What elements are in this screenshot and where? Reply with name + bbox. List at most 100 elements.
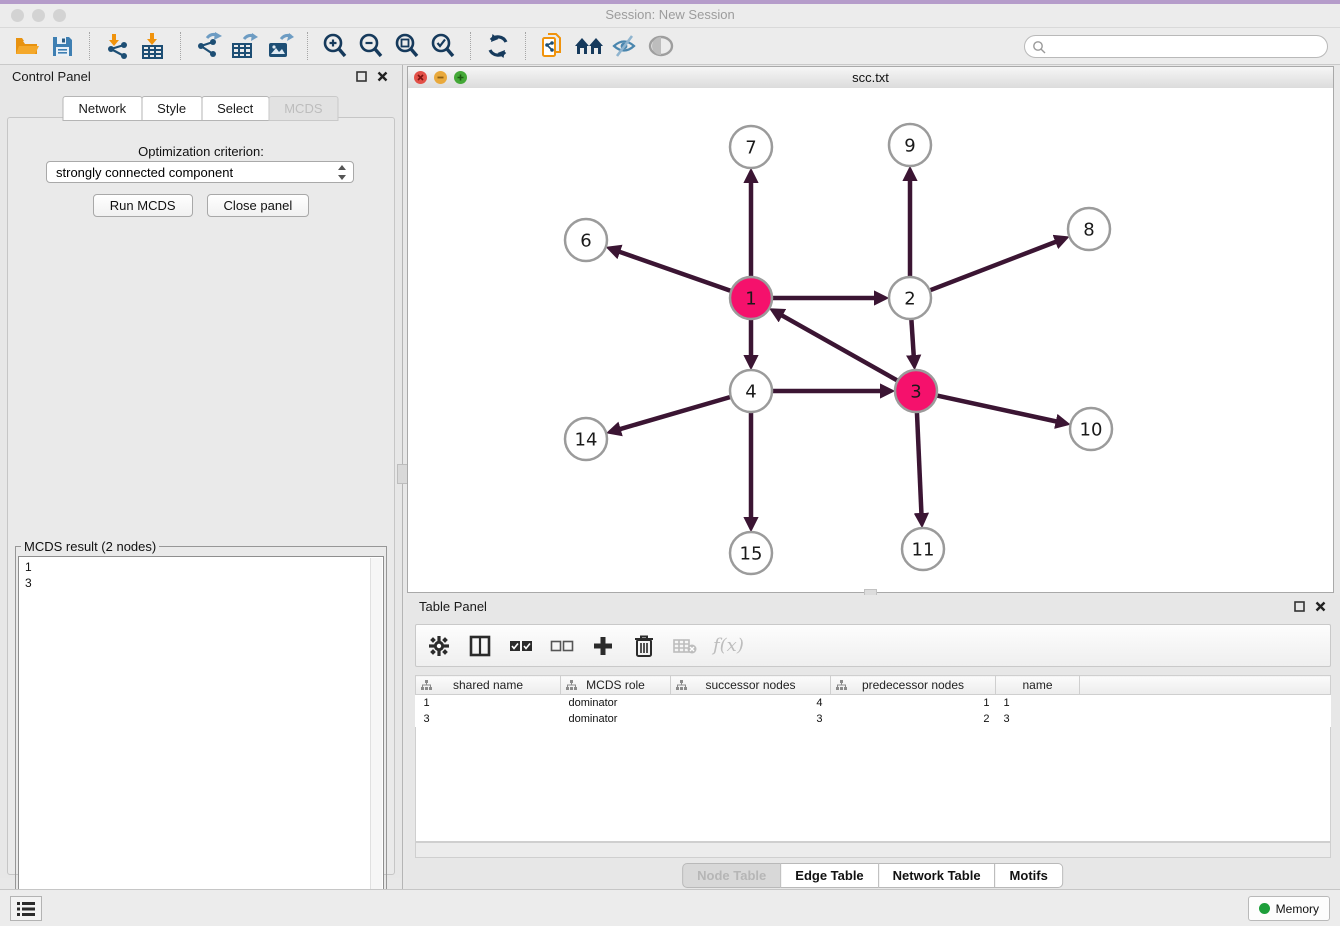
column-label: predecessor nodes — [862, 678, 964, 692]
export-network-button[interactable] — [192, 30, 224, 62]
close-panel-icon[interactable] — [377, 71, 388, 82]
column-header-successor-nodes[interactable]: successor nodes — [671, 676, 831, 695]
column-label: MCDS role — [586, 678, 645, 692]
network-canvas[interactable]: 7968124314101511 — [408, 88, 1333, 592]
graph-edge-2-3[interactable] — [911, 319, 914, 358]
tab-select[interactable]: Select — [201, 96, 269, 121]
table-toolbar: f(x) — [415, 624, 1331, 667]
tab-style[interactable]: Style — [141, 96, 202, 121]
column-header-shared-name[interactable]: shared name — [416, 676, 561, 695]
open-file-button[interactable] — [10, 30, 42, 62]
column-label: successor nodes — [705, 678, 795, 692]
table-horizontal-scrollbar[interactable] — [415, 842, 1331, 858]
create-column-button[interactable] — [590, 633, 616, 659]
cell-successor-nodes[interactable]: 4 — [671, 695, 831, 712]
column-header-filler — [1080, 676, 1331, 695]
column-header-name[interactable]: name — [996, 676, 1080, 695]
home-icon — [573, 33, 605, 59]
cell-shared-name[interactable]: 3 — [416, 711, 561, 727]
memory-button[interactable]: Memory — [1248, 896, 1330, 921]
tab-mcds[interactable]: MCDS — [268, 96, 338, 121]
column-header-mcds-role[interactable]: MCDS role — [561, 676, 671, 695]
eye-icon — [647, 33, 675, 59]
graph-node-label: 9 — [904, 135, 915, 156]
search-field[interactable] — [1024, 35, 1328, 58]
node-table[interactable]: shared name MCDS role — [415, 675, 1331, 727]
task-history-button[interactable] — [10, 896, 42, 921]
function-builder-button-disabled[interactable]: f(x) — [713, 633, 744, 659]
close-panel-button[interactable]: Close panel — [207, 194, 310, 217]
refresh-layout-button[interactable] — [482, 30, 514, 62]
dropdown-stepper-icon — [337, 164, 347, 181]
save-session-button[interactable] — [46, 30, 78, 62]
graph-edge-4-14[interactable] — [618, 397, 731, 430]
toolbar-separator — [307, 32, 308, 60]
export-table-button[interactable] — [228, 30, 260, 62]
graph-node-label: 7 — [745, 137, 756, 158]
tab-edge-table[interactable]: Edge Table — [780, 863, 878, 888]
trash-icon — [634, 634, 654, 657]
graph-edge-1-6[interactable] — [617, 251, 731, 291]
graph-edge-3-10[interactable] — [937, 395, 1059, 422]
cell-predecessor-nodes[interactable]: 2 — [831, 711, 996, 727]
table-row[interactable]: 1 dominator 4 1 1 — [416, 695, 1331, 712]
control-panel-tabs: Network Style Select MCDS — [63, 96, 338, 121]
delete-column-button[interactable] — [631, 633, 657, 659]
graph-edge-2-8[interactable] — [930, 241, 1059, 291]
mcds-result-line: 3 — [25, 575, 383, 591]
zoom-in-button[interactable] — [319, 30, 351, 62]
select-all-button[interactable] — [508, 633, 534, 659]
hide-annotations-button[interactable] — [609, 30, 641, 62]
graph-edge-3-11[interactable] — [917, 412, 922, 516]
cell-successor-nodes[interactable]: 3 — [671, 711, 831, 727]
cell-shared-name[interactable]: 1 — [416, 695, 561, 712]
import-network-icon — [103, 32, 131, 60]
run-mcds-button[interactable]: Run MCDS — [93, 194, 193, 217]
column-header-predecessor-nodes[interactable]: predecessor nodes — [831, 676, 996, 695]
floppy-disk-icon — [50, 34, 75, 59]
float-panel-icon[interactable] — [356, 71, 367, 82]
search-input[interactable] — [1050, 39, 1320, 55]
show-columns-button[interactable] — [467, 633, 493, 659]
zoom-fit-button[interactable] — [391, 30, 423, 62]
tab-network-table[interactable]: Network Table — [878, 863, 996, 888]
network-window-titlebar[interactable]: scc.txt — [408, 67, 1333, 89]
network-window-title: scc.txt — [408, 70, 1333, 85]
float-panel-icon[interactable] — [1294, 601, 1305, 612]
result-scrollbar[interactable] — [370, 558, 382, 919]
clone-network-button[interactable] — [537, 30, 569, 62]
import-network-button[interactable] — [101, 30, 133, 62]
cell-mcds-role[interactable]: dominator — [561, 711, 671, 727]
mcds-result-title: MCDS result (2 nodes) — [21, 539, 159, 554]
tab-node-table[interactable]: Node Table — [682, 863, 781, 888]
column-label: shared name — [453, 678, 523, 692]
toolbar-separator — [525, 32, 526, 60]
close-panel-icon[interactable] — [1315, 601, 1326, 612]
cell-name[interactable]: 1 — [996, 695, 1080, 712]
mcds-result-list[interactable]: 1 3 — [18, 556, 384, 921]
cell-mcds-role[interactable]: dominator — [561, 695, 671, 712]
tab-network[interactable]: Network — [62, 96, 142, 121]
show-graphics-details-button[interactable] — [645, 30, 677, 62]
hierarchy-icon — [676, 680, 687, 691]
cell-name[interactable]: 3 — [996, 711, 1080, 727]
unselect-all-icon — [550, 639, 574, 653]
export-image-button[interactable] — [264, 30, 296, 62]
table-options-button[interactable] — [426, 633, 452, 659]
cell-predecessor-nodes[interactable]: 1 — [831, 695, 996, 712]
graph-edge-3-1[interactable] — [780, 314, 898, 380]
zoom-selected-button[interactable] — [427, 30, 459, 62]
home-layout-button[interactable] — [573, 30, 605, 62]
column-label: name — [1022, 678, 1052, 692]
main-toolbar — [0, 28, 1340, 65]
zoom-out-button[interactable] — [355, 30, 387, 62]
window-title: Session: New Session — [0, 7, 1340, 22]
tab-motifs[interactable]: Motifs — [995, 863, 1063, 888]
delete-table-button-disabled[interactable] — [672, 633, 698, 659]
unselect-all-button[interactable] — [549, 633, 575, 659]
zoom-selected-icon — [429, 32, 457, 60]
import-table-button[interactable] — [137, 30, 169, 62]
criterion-dropdown[interactable]: strongly connected component — [46, 161, 354, 183]
table-row[interactable]: 3 dominator 3 2 3 — [416, 711, 1331, 727]
toolbar-separator — [470, 32, 471, 60]
